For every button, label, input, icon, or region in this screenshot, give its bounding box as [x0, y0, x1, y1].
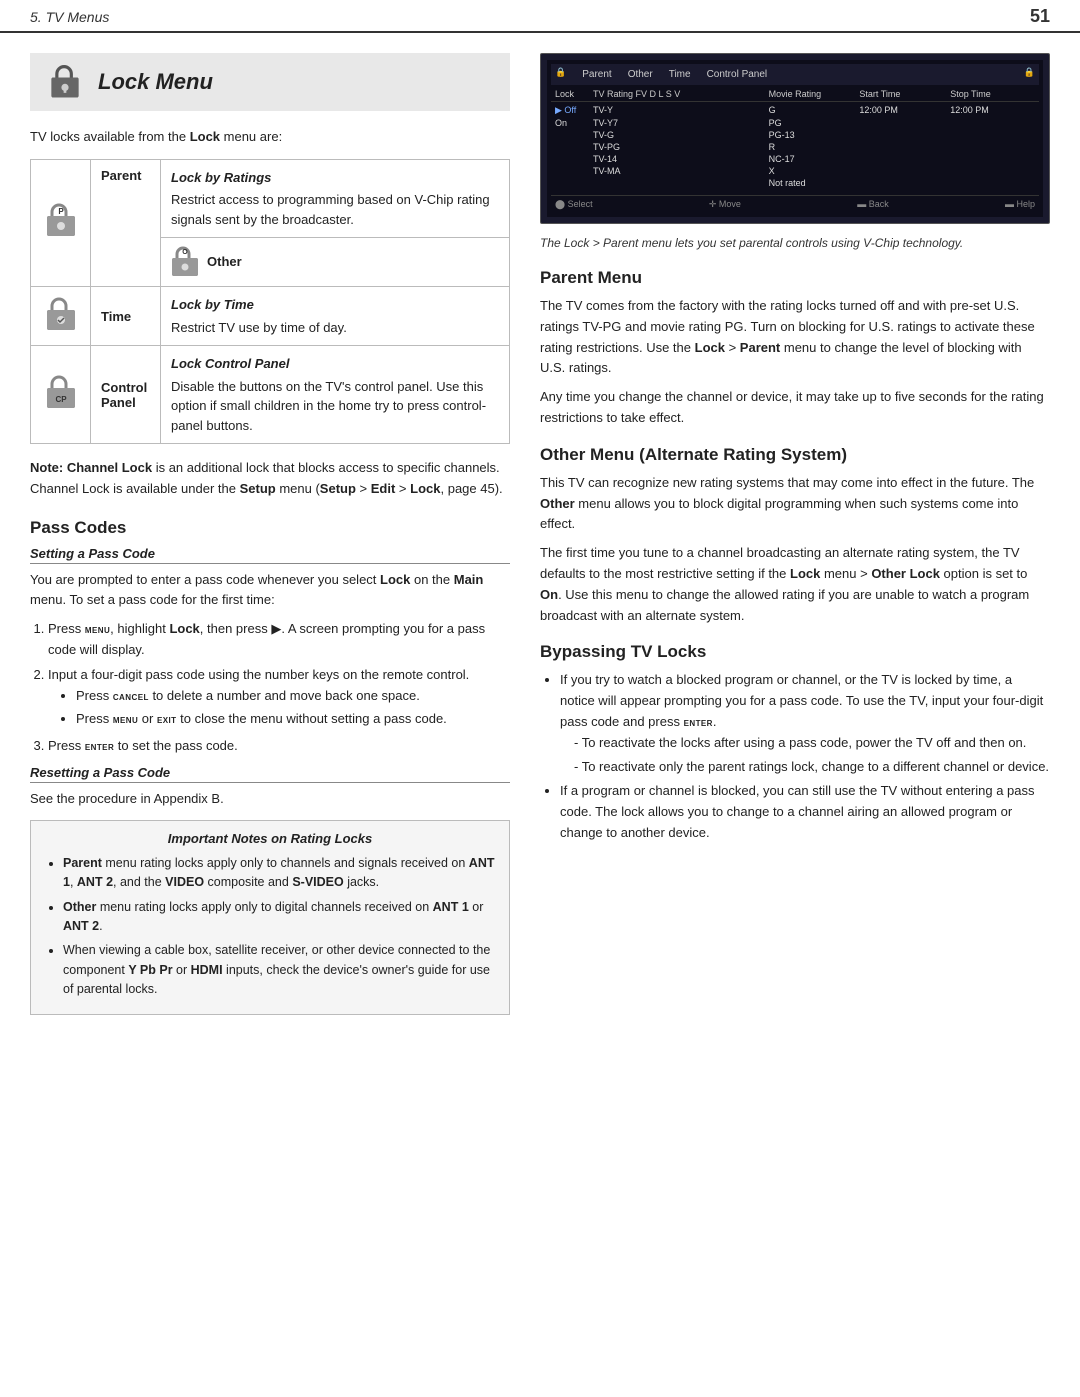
- important-bullet-2: Other menu rating locks apply only to di…: [63, 898, 495, 937]
- parent-menu-text2: Any time you change the channel or devic…: [540, 387, 1050, 429]
- step-3: Press enter to set the pass code.: [48, 736, 510, 757]
- svg-text:CP: CP: [55, 395, 67, 404]
- other-menu-text1: This TV can recognize new rating systems…: [540, 473, 1050, 535]
- lock-cp-cell: Lock Control Panel Disable the buttons o…: [161, 346, 510, 444]
- svg-text:P: P: [58, 207, 64, 216]
- note-label: Note:: [30, 460, 63, 475]
- page-number: 51: [1030, 6, 1050, 27]
- resetting-passcode-title: Resetting a Pass Code: [30, 765, 510, 783]
- note-box: Note: Channel Lock is an additional lock…: [30, 458, 510, 500]
- bullet-cancel: Press cancel to delete a number and move…: [76, 686, 510, 707]
- tv-row-2: On TV-Y7 PG: [555, 117, 1035, 129]
- svg-text:O: O: [182, 249, 188, 256]
- lock-by-ratings-cell: Lock by Ratings Restrict access to progr…: [161, 159, 510, 238]
- cp-lock-icon: CP: [45, 375, 77, 411]
- setting-passcode-title: Setting a Pass Code: [30, 546, 510, 564]
- bypassing-title: Bypassing TV Locks: [540, 642, 1050, 662]
- parent-menu-text1: The TV comes from the factory with the r…: [540, 296, 1050, 379]
- tv-row-6: TV-MA X: [555, 165, 1035, 177]
- left-column: Lock Menu TV locks available from the Lo…: [30, 53, 510, 1031]
- table-row: P Parent Lock by Ratings Restrict access…: [31, 159, 510, 238]
- page-header: 5. TV Menus 51: [0, 0, 1080, 33]
- pass-codes-title: Pass Codes: [30, 518, 510, 538]
- important-bullet-3: When viewing a cable box, satellite rece…: [63, 941, 495, 999]
- step-2-bullets: Press cancel to delete a number and move…: [76, 686, 510, 731]
- tv-tab-parent: Parent: [576, 67, 617, 82]
- important-notes-box: Important Notes on Rating Locks Parent m…: [30, 820, 510, 1016]
- chapter-title: 5. TV Menus: [30, 9, 109, 25]
- resetting-passcode-text: See the procedure in Appendix B.: [30, 789, 510, 810]
- main-content: Lock Menu TV locks available from the Lo…: [0, 33, 1080, 1051]
- other-menu-section: Other Menu (Alternate Rating System) Thi…: [540, 445, 1050, 627]
- parent-lock-icon: P: [45, 203, 77, 239]
- step-2: Input a four-digit pass code using the n…: [48, 665, 510, 730]
- setting-passcode-intro: You are prompted to enter a pass code wh…: [30, 570, 510, 612]
- bypassing-bullets: If you try to watch a blocked program or…: [560, 670, 1050, 843]
- bypassing-bullet-1: If you try to watch a blocked program or…: [560, 670, 1050, 777]
- tv-tab-time: Time: [663, 67, 697, 82]
- screenshot-inner: 🔒 Parent Other Time Control Panel 🔒 Lock…: [547, 60, 1043, 217]
- lock-menu-icon: [46, 63, 84, 101]
- tv-tab-control-panel: Control Panel: [701, 67, 774, 82]
- pass-codes-section: Pass Codes Setting a Pass Code You are p…: [30, 518, 510, 1016]
- other-menu-text2: The first time you tune to a channel bro…: [540, 543, 1050, 626]
- bypassing-sub-bullets-1: To reactivate the locks after using a pa…: [574, 733, 1050, 778]
- parent-label: Parent: [91, 159, 161, 287]
- important-notes-title: Important Notes on Rating Locks: [45, 831, 495, 846]
- cp-icon-cell: CP: [31, 346, 91, 444]
- cp-label: Control Panel: [91, 346, 161, 444]
- bypassing-section: Bypassing TV Locks If you try to watch a…: [540, 642, 1050, 843]
- bypassing-sub-2: To reactivate only the parent ratings lo…: [574, 757, 1050, 778]
- other-menu-title: Other Menu (Alternate Rating System): [540, 445, 1050, 465]
- parent-icon-cell: P: [31, 159, 91, 287]
- time-icon-cell: [31, 287, 91, 346]
- bullet-menu-exit: Press menu or exit to close the menu wit…: [76, 709, 510, 730]
- tv-col-headers: Lock TV Rating FV D L S V Movie Rating S…: [551, 87, 1039, 102]
- tv-row-3: TV-G PG-13: [555, 129, 1035, 141]
- tv-screenshot: 🔒 Parent Other Time Control Panel 🔒 Lock…: [540, 53, 1050, 224]
- table-row-time: Time Lock by Time Restrict TV use by tim…: [31, 287, 510, 346]
- tv-row-1: ▶ Off TV-Y G 12:00 PM 12:00 PM: [555, 104, 1035, 117]
- important-bullets-list: Parent menu rating locks apply only to c…: [63, 854, 495, 1000]
- tv-row-4: TV-PG R: [555, 141, 1035, 153]
- tv-row-5: TV-14 NC-17: [555, 153, 1035, 165]
- tv-menu-tabs: 🔒 Parent Other Time Control Panel 🔒: [551, 64, 1039, 85]
- right-column: 🔒 Parent Other Time Control Panel 🔒 Lock…: [540, 53, 1050, 1031]
- other-lock-icon: O: [171, 246, 199, 278]
- tv-footer: ⬤ Select ✛ Move ▬ Back ▬ Help: [551, 195, 1039, 213]
- other-cell: O Other: [161, 238, 510, 287]
- lock-by-time-cell: Lock by Time Restrict TV use by time of …: [161, 287, 510, 346]
- page-title: Lock Menu: [98, 69, 213, 95]
- tv-menu-rows: ▶ Off TV-Y G 12:00 PM 12:00 PM On TV-Y7 …: [551, 102, 1039, 191]
- steps-list: Press menu, highlight Lock, then press ▶…: [48, 619, 510, 757]
- bypassing-bullet-2: If a program or channel is blocked, you …: [560, 781, 1050, 843]
- section-title-row: Lock Menu: [30, 53, 510, 111]
- screenshot-caption: The Lock > Parent menu lets you set pare…: [540, 234, 1050, 252]
- tv-row-7: Not rated: [555, 177, 1035, 189]
- lock-table: P Parent Lock by Ratings Restrict access…: [30, 159, 510, 445]
- bypassing-sub-1: To reactivate the locks after using a pa…: [574, 733, 1050, 754]
- time-label: Time: [91, 287, 161, 346]
- table-row-cp: CP Control Panel Lock Control Panel Disa…: [31, 346, 510, 444]
- parent-menu-title: Parent Menu: [540, 268, 1050, 288]
- note-text: Channel Lock is an additional lock that …: [30, 460, 503, 496]
- step-1: Press menu, highlight Lock, then press ▶…: [48, 619, 510, 661]
- important-bullet-1: Parent menu rating locks apply only to c…: [63, 854, 495, 893]
- parent-menu-section: Parent Menu The TV comes from the factor…: [540, 268, 1050, 429]
- tv-tab-other: Other: [622, 67, 659, 82]
- intro-text: TV locks available from the Lock menu ar…: [30, 127, 510, 147]
- time-lock-icon: [45, 297, 77, 333]
